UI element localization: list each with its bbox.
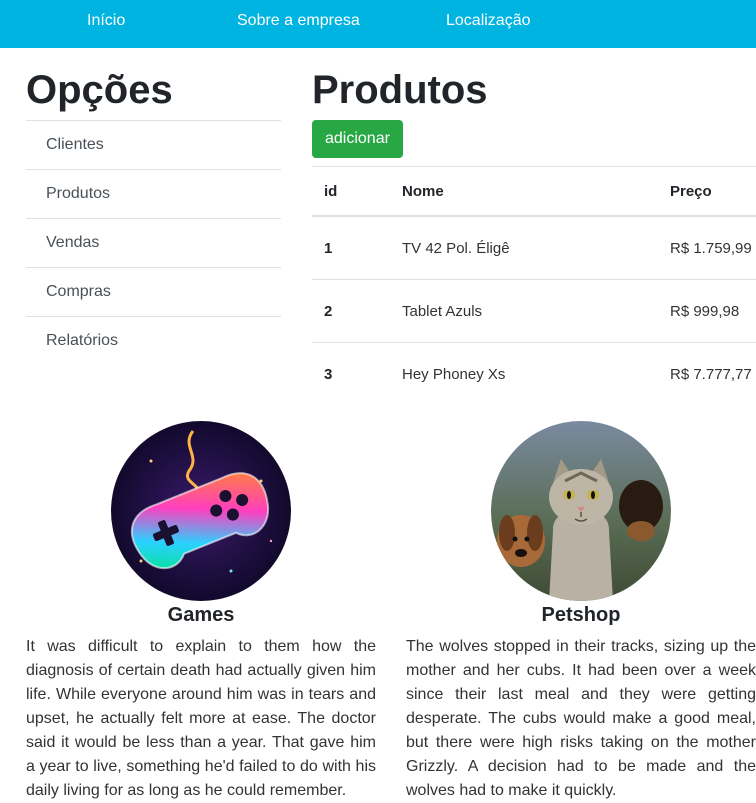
sidebar-item-vendas[interactable]: Vendas [26,219,281,268]
sidebar-item-compras[interactable]: Compras [26,268,281,317]
nav-link-sobre[interactable]: Sobre a empresa [237,11,360,31]
table-row: 1 TV 42 Pol. Éligê R$ 1.759,99 [312,215,756,280]
nav-link-localizacao[interactable]: Localização [446,11,531,31]
card-title-petshop: Petshop [541,604,621,626]
cell-nome: Tablet Azuls [390,279,658,343]
column-header-nome: Nome [390,166,658,217]
sidebar-title: Opções [26,68,173,112]
table-row: 2 Tablet Azuls R$ 999,98 [312,279,756,343]
table-header-row: id Nome Preço [312,166,756,217]
card-title-games: Games [167,604,235,626]
page-title: Produtos [312,68,488,112]
card-text-games: It was difficult to explain to them how … [26,638,376,799]
products-table: id Nome Preço 1 TV 42 Pol. Éligê R$ 1.75… [312,166,756,405]
cell-id: 3 [312,342,390,405]
cell-id: 1 [312,215,390,280]
sidebar-item-produtos[interactable]: Produtos [26,170,281,219]
gamepad-icon [111,421,291,601]
sidebar-item-clientes[interactable]: Clientes [26,121,281,170]
cell-preco: R$ 999,98 [658,279,756,343]
column-header-preco: Preço [658,166,756,217]
column-header-id: id [312,166,390,217]
sidebar-list: Clientes Produtos Vendas Compras Relatór… [26,120,281,365]
main-content: Produtos adicionar id Nome Preço 1 TV 42… [312,64,756,405]
cell-preco: R$ 7.777,77 [658,342,756,405]
cell-nome: TV 42 Pol. Éligê [390,215,658,280]
table-row: 3 Hey Phoney Xs R$ 7.777,77 [312,342,756,405]
add-button[interactable]: adicionar [312,120,403,158]
sidebar-item-relatorios[interactable]: Relatórios [26,317,281,365]
sidebar: Opções Clientes Produtos Vendas Compras … [26,64,281,349]
top-navbar: Início Sobre a empresa Localização [0,0,756,48]
card-text-petshop: The wolves stopped in their tracks, sizi… [406,638,756,799]
cell-id: 2 [312,279,390,343]
cell-nome: Hey Phoney Xs [390,342,658,405]
pets-icon [491,421,671,601]
nav-link-inicio[interactable]: Início [87,11,125,31]
cell-preco: R$ 1.759,99 [658,215,756,280]
